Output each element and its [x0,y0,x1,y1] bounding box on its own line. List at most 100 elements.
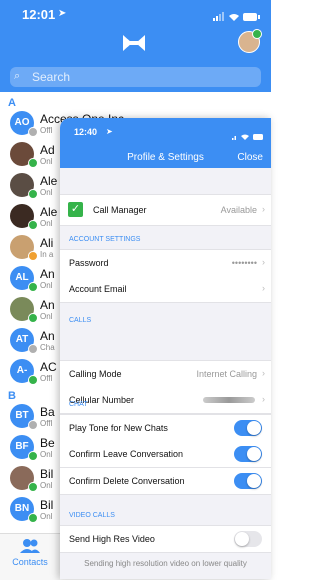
send-high-res-video-toggle[interactable] [234,531,262,547]
presence-badge-icon [28,375,38,385]
calling-mode-row[interactable]: Calling Mode Internet Calling › [60,360,271,388]
contact-status: Onl [40,512,53,521]
contact-name: An [40,329,55,343]
close-button[interactable]: Close [237,152,263,163]
presence-badge-icon [28,282,38,292]
password-row[interactable]: Password •••••••• › [60,249,271,277]
contact-status: Cha [40,343,55,352]
contact-row[interactable]: AT An Cha [0,328,60,354]
chevron-right-icon: › [262,368,265,378]
chat-setting-label: Confirm Leave Conversation [69,449,184,459]
contact-row[interactable]: Ali In a [0,235,60,261]
location-icon: ➤ [58,8,67,19]
contact-status: Onl [40,188,53,197]
chat-setting-row: Confirm Delete Conversation [60,468,271,495]
section-letter: A [8,97,16,109]
status-icons [213,9,261,21]
sheet-status-icons [232,128,266,146]
send-high-res-video-row: Send High Res Video [60,525,271,553]
account-settings-header: ACCOUNT SETTINGS [69,236,141,243]
presence-badge-icon [28,251,38,261]
chat-setting-label: Confirm Delete Conversation [69,476,185,486]
account-email-row[interactable]: Account Email › [60,276,271,303]
presence-badge-icon [28,420,38,430]
contact-name: An [40,267,55,281]
contact-status: Onl [40,481,53,490]
presence-badge-icon [28,513,38,523]
contact-name: Ale [40,174,58,188]
presence-badge-icon [28,127,38,137]
contact-name: Bil [40,498,54,512]
section-letter: B [8,390,16,402]
tab-contacts[interactable]: Contacts [0,557,60,567]
calls-header: CALLS [69,317,92,324]
call-manager-row[interactable]: ✓ Call Manager Available › [60,194,271,226]
contact-row[interactable]: AL An Onl [0,266,60,292]
chevron-right-icon: › [262,204,265,214]
signal-wifi-battery-icon [213,12,260,21]
contact-status: Onl [40,450,53,459]
contact-row[interactable]: BT Ba Offl [0,404,60,430]
contact-status: Onl [40,219,53,228]
call-manager-value: Available [220,205,257,215]
chat-setting-toggle[interactable] [234,446,262,462]
contact-row[interactable]: AOAccess One IncOffl [0,111,124,137]
chat-setting-toggle[interactable] [234,473,262,489]
chat-header: CHAT [69,401,88,408]
chevron-right-icon: › [262,394,265,404]
send-high-res-video-label: Send High Res Video [69,534,155,544]
presence-badge-icon [28,313,38,323]
contact-status: Offl [40,126,53,135]
contact-row[interactable]: Ad Onl [0,142,60,168]
contact-status: Offl [40,374,53,383]
contacts-tab-icon[interactable] [20,538,40,559]
contact-row[interactable]: Bil Onl [0,466,60,492]
sheet-location-icon: ➤ [106,127,113,136]
video-calls-header: VIDEO CALLS [69,512,115,519]
contact-name: Ali [40,236,54,250]
chat-setting-row: Confirm Leave Conversation [60,441,271,468]
presence-badge-icon [28,344,38,354]
profile-settings-sheet: 12:40 ➤ Profile & Settings Close ✓ Call … [60,118,271,579]
password-label: Password [69,258,109,268]
contact-row[interactable]: An Onl [0,297,60,323]
contact-status: Onl [40,312,53,321]
video-footnote: Sending high resolution video on lower q… [84,559,247,568]
contact-name: Ad [40,143,55,157]
contact-status: In a [40,250,54,259]
redacted-number [203,397,255,403]
cellular-number-row[interactable]: Cellular Number › [60,387,271,414]
presence-badge-icon [28,220,38,230]
contact-name: AC [40,360,57,374]
password-value: •••••••• [231,258,257,268]
chevron-right-icon: › [262,257,265,267]
presence-badge-icon [28,189,38,199]
account-email-label: Account Email [69,284,127,294]
calling-mode-value: Internet Calling [196,369,257,379]
contact-name: An [40,298,55,312]
contact-row[interactable]: Ale Onl [0,204,60,230]
contact-status: Offl [40,419,53,428]
contact-row[interactable]: BF Be Onl [0,435,60,461]
contact-name: Be [40,436,55,450]
chat-setting-label: Play Tone for New Chats [69,423,168,433]
contact-name: Ba [40,405,55,419]
contact-name: Ale [40,205,58,219]
status-time: 12:01 [22,7,56,22]
chat-setting-toggle[interactable] [234,420,262,436]
app-logo-icon [122,34,146,57]
presence-badge-icon [28,482,38,492]
call-manager-label: Call Manager [93,205,147,215]
chevron-right-icon: › [262,283,265,293]
contact-row[interactable]: A- AC Offl [0,359,60,385]
presence-badge-icon [28,158,38,168]
search-input[interactable]: Search [10,67,261,87]
contact-status: Onl [40,281,53,290]
checkmark-icon: ✓ [68,202,83,217]
calling-mode-label: Calling Mode [69,369,122,379]
chat-setting-row: Play Tone for New Chats [60,414,271,442]
contact-row[interactable]: BN Bil Onl [0,497,60,523]
presence-badge-icon [28,451,38,461]
contact-row[interactable]: Ale Onl [0,173,60,199]
search-icon: ⌕ [14,70,21,82]
